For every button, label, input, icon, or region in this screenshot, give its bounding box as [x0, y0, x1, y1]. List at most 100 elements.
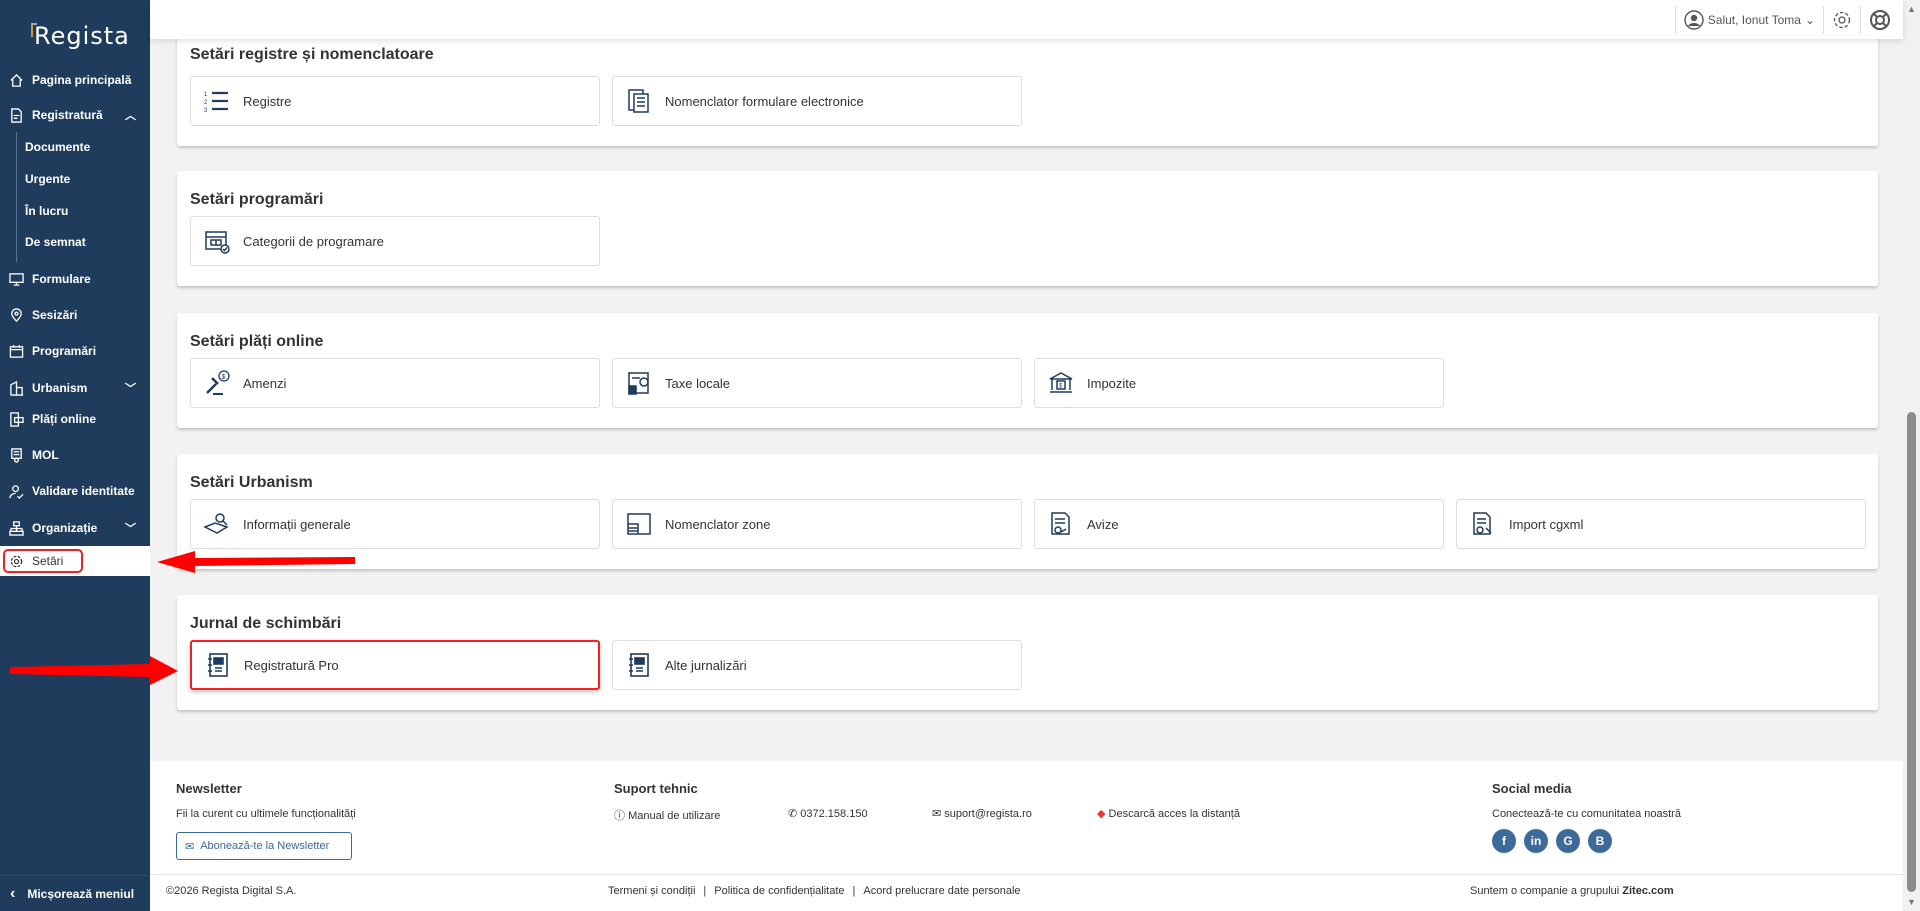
section-title: Setări programări — [190, 191, 324, 208]
label: Manual de utilizare — [628, 810, 721, 822]
label: Programări — [32, 344, 97, 358]
tile-label: Nomenclator formulare electronice — [665, 93, 864, 109]
collapse-menu-button[interactable]: ‹ Micșorează meniul — [0, 875, 150, 911]
remote-access-icon: ◆ — [1097, 808, 1109, 820]
label: Registratură — [32, 108, 103, 122]
tile-nomenclator-zone[interactable]: Nomenclator zone — [612, 499, 1022, 549]
sidebar-item-validare-identitate[interactable]: Validare identitate — [0, 476, 150, 506]
section-title: Setări plăți online — [190, 333, 324, 350]
tile-label: Amenzi — [243, 375, 287, 391]
home-icon — [10, 73, 23, 87]
tile-alte-jurnalizari[interactable]: Alte jurnalizări — [612, 640, 1022, 690]
scrollbar-thumb[interactable] — [1907, 412, 1916, 892]
tile-label: Alte jurnalizări — [665, 657, 747, 673]
facebook-icon[interactable]: f — [1492, 829, 1516, 853]
tile-avize[interactable]: Avize — [1034, 499, 1444, 549]
group-info: Suntem o companie a grupului Zitec.com — [1470, 885, 1674, 897]
chevron-up-icon: ︿ — [125, 110, 136, 122]
chevron-down-icon: ⌄ — [1804, 12, 1815, 27]
tile-import-cgxml[interactable]: Import cgxml — [1456, 499, 1866, 549]
regista-logo[interactable]: Regista — [31, 22, 130, 50]
tile-label: Import cgxml — [1509, 516, 1584, 532]
section-plati-online: Setări plăți online $ Amenzi Taxe locale … — [177, 313, 1878, 428]
terms-link[interactable]: Termeni și condiții — [608, 885, 695, 897]
certificate-icon — [11, 447, 22, 463]
sidebar-item-registratura[interactable]: Registratură ︿ — [0, 100, 150, 130]
sidebar-item-de-semnat[interactable]: De semnat — [0, 227, 150, 257]
envelope-icon: ✉ — [932, 808, 945, 820]
google-icon[interactable]: G — [1556, 829, 1580, 853]
manual-link[interactable]: ⓘ Manual de utilizare — [614, 807, 720, 823]
label: Pagina principală — [32, 73, 132, 87]
calendar-check-icon — [205, 231, 230, 254]
document-approval-icon — [1051, 512, 1070, 535]
remote-access-link[interactable]: ◆ Descarcă acces la distanță — [1097, 807, 1240, 820]
section-programari: Setări programări Categorii de programar… — [177, 171, 1878, 286]
support-title: Suport tehnic — [614, 781, 698, 796]
settings-gear-icon[interactable] — [1832, 10, 1852, 30]
tile-registre[interactable]: 1 2 3 Registre — [190, 76, 600, 126]
svg-text:$: $ — [222, 374, 226, 381]
section-title: Setări Urbanism — [190, 474, 313, 491]
payment-icon — [10, 411, 24, 427]
label: Urbanism — [32, 381, 88, 395]
privacy-link[interactable]: Politica de confidențialitate — [714, 885, 844, 897]
tile-label: Impozite — [1087, 375, 1137, 391]
sidebar-item-setari[interactable]: Setări — [0, 546, 150, 576]
vertical-scrollbar[interactable]: ▲ ▼ — [1903, 0, 1920, 911]
gavel-dollar-icon: $ — [206, 370, 230, 395]
phone-link[interactable]: ✆ 0372.158.150 — [788, 807, 868, 820]
linkedin-icon[interactable]: in — [1524, 829, 1548, 853]
blogger-icon[interactable]: B — [1588, 829, 1612, 853]
sidebar: Regista Pagina principală Registratură ︿ … — [0, 0, 150, 911]
tile-nomenclator-formulare[interactable]: Nomenclator formulare electronice — [612, 76, 1022, 126]
newsletter-subscribe-button[interactable]: ✉ Abonează-te la Newsletter — [176, 832, 352, 860]
sidebar-item-formulare[interactable]: Formulare — [0, 264, 150, 294]
tile-categorii-programare[interactable]: Categorii de programare — [190, 216, 600, 266]
label: 0372.158.150 — [800, 808, 868, 820]
copyright: ©2026 Regista Digital S.A. — [166, 885, 297, 897]
zones-icon — [627, 513, 651, 535]
user-avatar-icon — [1684, 9, 1704, 30]
tile-impozite[interactable]: $ Impozite — [1034, 358, 1444, 408]
org-chart-icon — [9, 520, 24, 536]
sidebar-item-home[interactable]: Pagina principală — [0, 65, 150, 95]
form-list-icon — [628, 89, 649, 113]
logo-text: Regista — [34, 22, 130, 50]
calendar-icon — [9, 344, 24, 358]
sidebar-item-documente[interactable]: Documente — [0, 132, 150, 162]
section-urbanism: Setări Urbanism Informații generale Nome… — [177, 454, 1878, 569]
label: Micșorează meniul — [27, 886, 135, 901]
journal-icon — [629, 653, 649, 677]
document-icon — [11, 107, 22, 123]
label: De semnat — [25, 235, 86, 249]
tile-informatii-generale[interactable]: Informații generale — [190, 499, 600, 549]
tile-label: Taxe locale — [665, 375, 731, 391]
sidebar-item-in-lucru[interactable]: În lucru — [0, 196, 150, 226]
label: Validare identitate — [32, 484, 135, 498]
tile-registratura-pro[interactable]: Registratură Pro — [190, 640, 600, 690]
sidebar-item-organizatie[interactable]: Organizație ﹀ — [0, 513, 150, 543]
zitec-link[interactable]: Zitec.com — [1622, 885, 1673, 897]
sidebar-item-plati-online[interactable]: Plăți online — [0, 404, 150, 434]
sidebar-item-programari[interactable]: Programări — [0, 336, 150, 366]
sidebar-item-urgente[interactable]: Urgente — [0, 164, 150, 194]
data-processing-link[interactable]: Acord prelucrare date personale — [863, 885, 1020, 897]
email-link[interactable]: ✉ suport@regista.ro — [932, 807, 1032, 820]
tile-amenzi[interactable]: $ Amenzi — [190, 358, 600, 408]
bank-icon: $ — [1049, 372, 1073, 393]
tile-taxe-locale[interactable]: Taxe locale — [612, 358, 1022, 408]
user-menu[interactable]: Salut, Ionut Toma ⌄ — [1684, 9, 1815, 30]
tile-label: Registre — [243, 93, 292, 109]
sidebar-item-sesizari[interactable]: Sesizări — [0, 300, 150, 330]
phone-icon: ✆ — [788, 808, 801, 820]
sidebar-item-urbanism[interactable]: Urbanism ﹀ — [0, 373, 150, 403]
label: suport@regista.ro — [944, 808, 1032, 820]
monitor-form-icon — [9, 272, 24, 286]
help-lifebuoy-icon[interactable] — [1869, 9, 1891, 31]
label: Plăți online — [32, 412, 97, 426]
sidebar-item-mol[interactable]: MOL — [0, 440, 150, 470]
section-jurnal-schimbari: Jurnal de schimbări Registratură Pro Alt… — [177, 595, 1878, 710]
legal-links: Termeni și condiții | Politica de confiden… — [608, 885, 1021, 897]
location-pin-icon — [11, 307, 22, 322]
